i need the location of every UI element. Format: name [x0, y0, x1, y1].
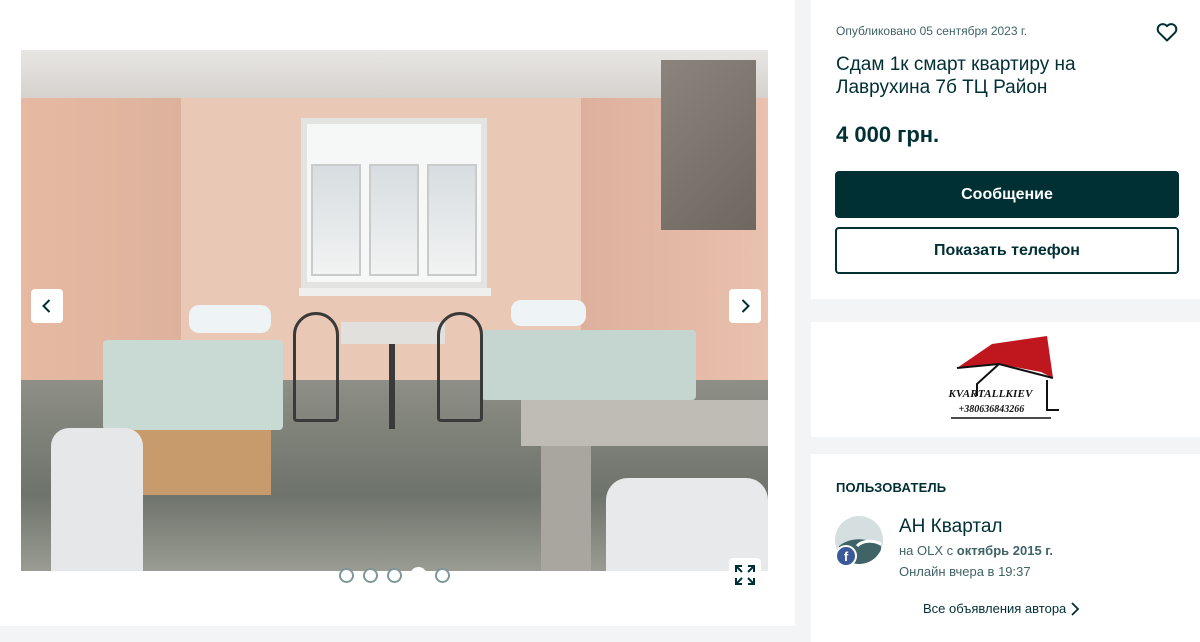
chevron-right-icon	[741, 299, 750, 313]
seller-since: на OLX с октябрь 2015 г.	[899, 543, 1053, 558]
photo-ceiling	[21, 50, 768, 98]
seller-name[interactable]: АН Квартал	[899, 516, 1002, 538]
agency-logo-card: KVARTALLKIEV +380636843266	[811, 322, 1200, 437]
seller-heading: ПОЛЬЗОВАТЕЛЬ	[836, 480, 947, 495]
house-roof-icon	[950, 335, 1059, 419]
window-pane	[369, 164, 419, 276]
expand-icon	[735, 565, 755, 585]
show-phone-button[interactable]: Показать телефон	[835, 227, 1179, 274]
facebook-icon: f	[835, 545, 857, 567]
photo-pillow	[511, 300, 586, 326]
photo-bed-left	[103, 340, 283, 430]
photo-pillow	[189, 305, 271, 333]
all-seller-ads-link[interactable]: Все объявления автора	[923, 601, 1080, 616]
gallery-dot[interactable]	[435, 568, 450, 583]
listing-title: Сдам 1к смарт квартиру на Лаврухина 7б Т…	[836, 54, 1076, 98]
gallery-card	[0, 0, 795, 626]
all-ads-label: Все объявления автора	[923, 601, 1067, 616]
gallery-dots	[339, 568, 450, 583]
photo-bed-frame	[121, 425, 271, 495]
window-pane	[427, 164, 477, 276]
published-date: Опубликовано 05 сентября 2023 г.	[836, 24, 1028, 38]
message-button[interactable]: Сообщение	[835, 171, 1179, 218]
photo-table	[341, 322, 445, 344]
gallery-dot-active[interactable]	[411, 568, 426, 583]
chevron-left-icon	[42, 299, 51, 313]
seller-since-date: октябрь 2015 г.	[956, 543, 1054, 558]
next-photo-button[interactable]	[729, 289, 761, 323]
seller-online-status: Онлайн вчера в 19:37	[899, 564, 1031, 579]
photo-bed-right	[481, 330, 696, 400]
window-pane	[311, 164, 361, 276]
seller-card: ПОЛЬЗОВАТЕЛЬ f АН Квартал на OLX с октяб…	[811, 454, 1200, 642]
gallery-dot[interactable]	[339, 568, 354, 583]
logo-phone: +380636843266	[958, 403, 1025, 415]
photo-table-leg	[389, 344, 395, 429]
photo-chair	[437, 312, 483, 422]
photo-desk-side	[541, 446, 591, 571]
gallery-dot[interactable]	[363, 568, 378, 583]
listing-price: 4 000 грн.	[836, 122, 940, 147]
photo-chair	[293, 312, 339, 422]
heart-icon	[1156, 23, 1178, 42]
photo-wrapped-item	[51, 428, 143, 571]
photo-window	[301, 118, 487, 288]
agency-logo[interactable]: KVARTALLKIEV +380636843266	[947, 330, 1065, 430]
favorite-button[interactable]	[1155, 20, 1179, 44]
seller-since-prefix: на OLX с	[899, 543, 954, 558]
logo-name: KVARTALLKIEV	[948, 387, 1033, 400]
fullscreen-button[interactable]	[729, 558, 761, 592]
listing-photo[interactable]	[21, 50, 768, 571]
gallery-dot[interactable]	[387, 568, 402, 583]
photo-desk	[521, 400, 768, 446]
prev-photo-button[interactable]	[31, 289, 63, 323]
chevron-right-icon	[1071, 601, 1080, 616]
photo-window-sill	[299, 288, 491, 296]
listing-info-card: Опубликовано 05 сентября 2023 г. Сдам 1к…	[811, 0, 1200, 299]
photo-cabinet	[661, 60, 756, 230]
